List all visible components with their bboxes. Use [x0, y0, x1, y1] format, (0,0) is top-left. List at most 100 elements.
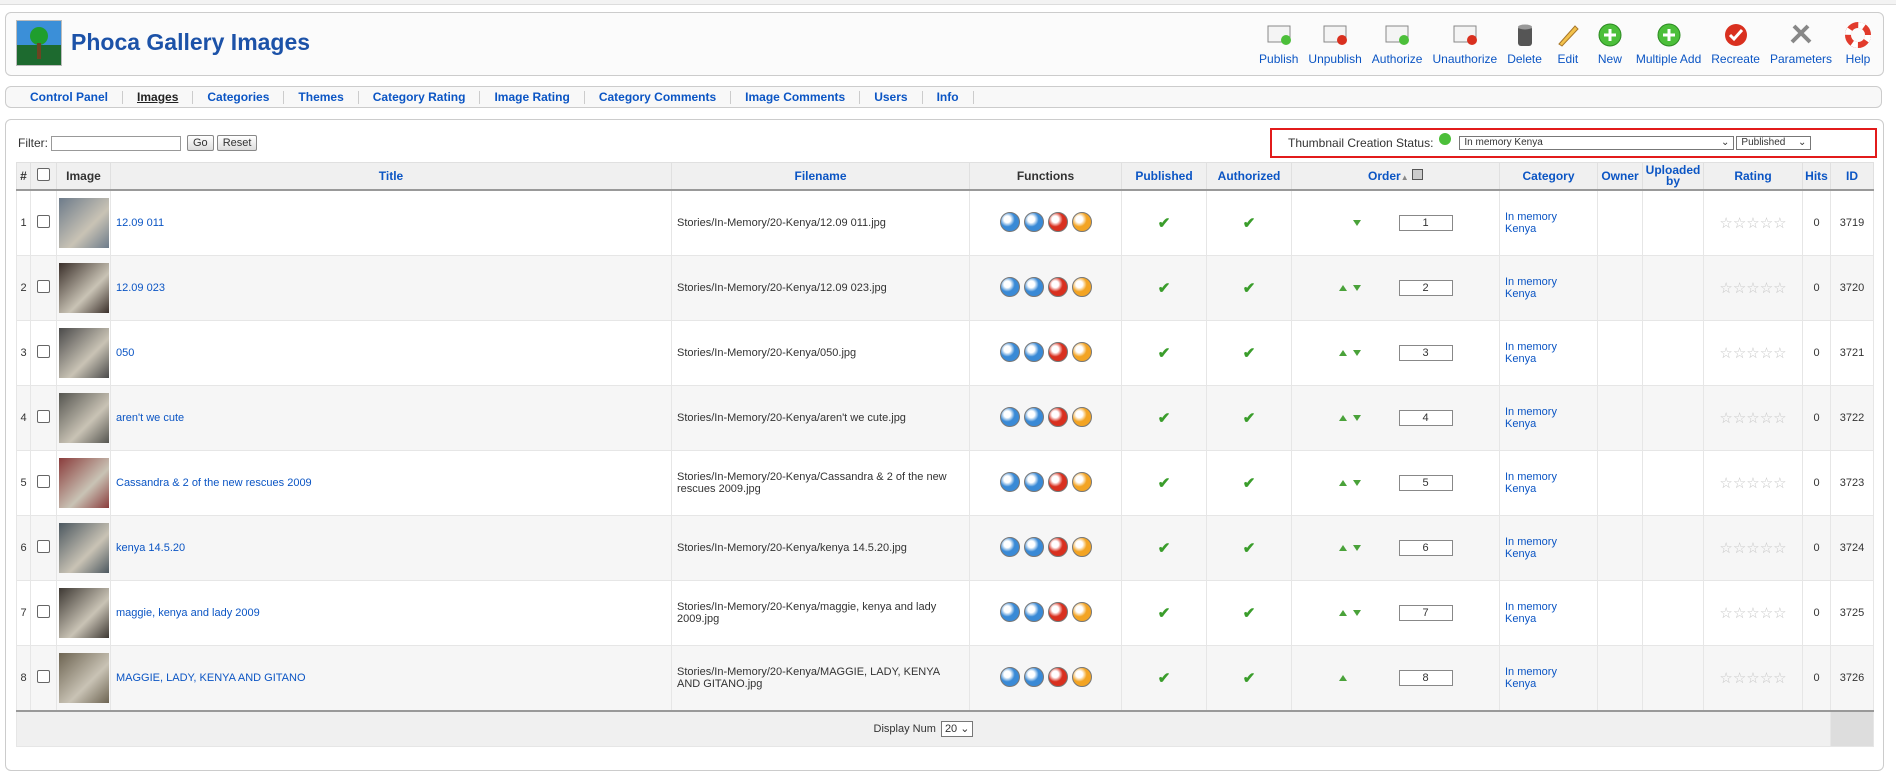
move-down-icon[interactable] [1352, 415, 1361, 422]
rotate-icon[interactable] [1023, 601, 1044, 622]
authorized-check-icon[interactable]: ✔ [1243, 215, 1256, 232]
authorized-cell[interactable]: ✔ [1206, 385, 1292, 451]
row-checkbox[interactable] [37, 670, 50, 683]
category-link[interactable]: In memory Kenya [1505, 406, 1557, 430]
order-input[interactable]: 2 [1398, 280, 1453, 296]
order-input[interactable]: 4 [1398, 410, 1453, 426]
category-cell[interactable]: In memory Kenya [1499, 450, 1598, 516]
row-checkbox-cell[interactable] [30, 645, 57, 712]
row-checkbox-cell[interactable] [30, 580, 57, 646]
category-link[interactable]: In memory Kenya [1505, 666, 1557, 690]
submenu-item-control-panel[interactable]: Control Panel [16, 90, 124, 104]
refresh-icon[interactable] [1071, 471, 1092, 492]
category-cell[interactable]: In memory Kenya [1499, 645, 1598, 712]
published-check-icon[interactable]: ✔ [1158, 410, 1171, 427]
authorized-cell[interactable]: ✔ [1206, 320, 1292, 386]
view-icon[interactable] [999, 666, 1020, 687]
check-icon[interactable] [1047, 666, 1068, 687]
category-cell[interactable]: In memory Kenya [1499, 385, 1598, 451]
refresh-icon[interactable] [1071, 601, 1092, 622]
submenu-item-images[interactable]: Images [123, 90, 194, 104]
row-checkbox-cell[interactable] [30, 450, 57, 516]
row-checkbox-cell[interactable] [30, 189, 57, 256]
col-check-all[interactable] [30, 162, 57, 191]
move-down-icon[interactable] [1352, 285, 1361, 292]
col-filename[interactable]: Filename [671, 162, 970, 191]
authorized-cell[interactable]: ✔ [1206, 645, 1292, 712]
view-icon[interactable] [999, 406, 1020, 427]
delete-button[interactable]: Delete [1507, 21, 1542, 66]
title-cell[interactable]: maggie, kenya and lady 2009 [110, 580, 672, 646]
unpublish-button[interactable]: Unpublish [1308, 21, 1362, 66]
refresh-icon[interactable] [1071, 406, 1092, 427]
image-thumbnail[interactable] [58, 588, 109, 638]
move-up-icon[interactable] [1338, 675, 1347, 682]
image-thumbnail[interactable] [58, 458, 109, 508]
title-cell[interactable]: 050 [110, 320, 672, 386]
help-button[interactable]: Help [1842, 21, 1874, 66]
submenu-item-info[interactable]: Info [923, 90, 974, 104]
col-order[interactable]: Order▲ [1291, 162, 1500, 191]
row-checkbox[interactable] [37, 215, 50, 228]
thumbnail-cell[interactable] [56, 645, 111, 712]
col-category[interactable]: Category [1499, 162, 1598, 191]
view-icon[interactable] [999, 276, 1020, 297]
move-up-icon[interactable] [1338, 545, 1347, 552]
move-down-icon[interactable] [1352, 545, 1361, 552]
authorized-check-icon[interactable]: ✔ [1243, 410, 1256, 427]
col-owner[interactable]: Owner [1597, 162, 1643, 191]
refresh-icon[interactable] [1071, 211, 1092, 232]
thumbnail-cell[interactable] [56, 320, 111, 386]
published-check-icon[interactable]: ✔ [1158, 215, 1171, 232]
category-link[interactable]: In memory Kenya [1505, 536, 1557, 560]
category-cell[interactable]: In memory Kenya [1499, 515, 1598, 581]
published-check-icon[interactable]: ✔ [1158, 280, 1171, 297]
rotate-icon[interactable] [1023, 406, 1044, 427]
row-checkbox[interactable] [37, 345, 50, 358]
check-icon[interactable] [1047, 471, 1068, 492]
rotate-icon[interactable] [1023, 341, 1044, 362]
rotate-icon[interactable] [1023, 536, 1044, 557]
category-link[interactable]: In memory Kenya [1505, 211, 1557, 235]
row-checkbox[interactable] [37, 410, 50, 423]
thumbnail-cell[interactable] [56, 385, 111, 451]
thumbnail-cell[interactable] [56, 580, 111, 646]
col-uploaded-by[interactable]: Uploaded by [1642, 162, 1704, 191]
category-link[interactable]: In memory Kenya [1505, 471, 1557, 495]
submenu-item-image-comments[interactable]: Image Comments [731, 90, 861, 104]
check-icon[interactable] [1047, 601, 1068, 622]
authorized-check-icon[interactable]: ✔ [1243, 280, 1256, 297]
go-button[interactable]: Go [187, 135, 214, 151]
order-input[interactable]: 8 [1398, 670, 1453, 686]
order-input[interactable]: 3 [1398, 345, 1453, 361]
authorized-check-icon[interactable]: ✔ [1243, 540, 1256, 557]
refresh-icon[interactable] [1071, 536, 1092, 557]
authorized-cell[interactable]: ✔ [1206, 189, 1292, 256]
row-checkbox-cell[interactable] [30, 255, 57, 321]
row-checkbox-cell[interactable] [30, 385, 57, 451]
unauthorize-button[interactable]: Unauthorize [1432, 21, 1497, 66]
thumbnail-cell[interactable] [56, 515, 111, 581]
parameters-button[interactable]: Parameters [1770, 21, 1832, 66]
state-filter-select[interactable]: Published ⌄ [1736, 136, 1812, 150]
published-check-icon[interactable]: ✔ [1158, 670, 1171, 687]
edit-button[interactable]: Edit [1552, 21, 1584, 66]
image-thumbnail[interactable] [58, 263, 109, 313]
refresh-icon[interactable] [1071, 276, 1092, 297]
authorized-check-icon[interactable]: ✔ [1243, 345, 1256, 362]
col-rating[interactable]: Rating [1703, 162, 1803, 191]
published-check-icon[interactable]: ✔ [1158, 345, 1171, 362]
col-authorized[interactable]: Authorized [1206, 162, 1292, 191]
published-cell[interactable]: ✔ [1121, 580, 1207, 646]
rotate-icon[interactable] [1023, 276, 1044, 297]
move-up-icon[interactable] [1338, 610, 1347, 617]
multiple-add-button[interactable]: Multiple Add [1636, 21, 1701, 66]
col-id[interactable]: ID [1830, 162, 1874, 191]
title-cell[interactable]: 12.09 023 [110, 255, 672, 321]
reset-button[interactable]: Reset [216, 135, 258, 151]
category-filter-select[interactable]: In memory Kenya ⌄ [1459, 136, 1735, 150]
published-check-icon[interactable]: ✔ [1158, 475, 1171, 492]
move-up-icon[interactable] [1338, 415, 1347, 422]
image-thumbnail[interactable] [58, 198, 109, 248]
published-cell[interactable]: ✔ [1121, 645, 1207, 712]
